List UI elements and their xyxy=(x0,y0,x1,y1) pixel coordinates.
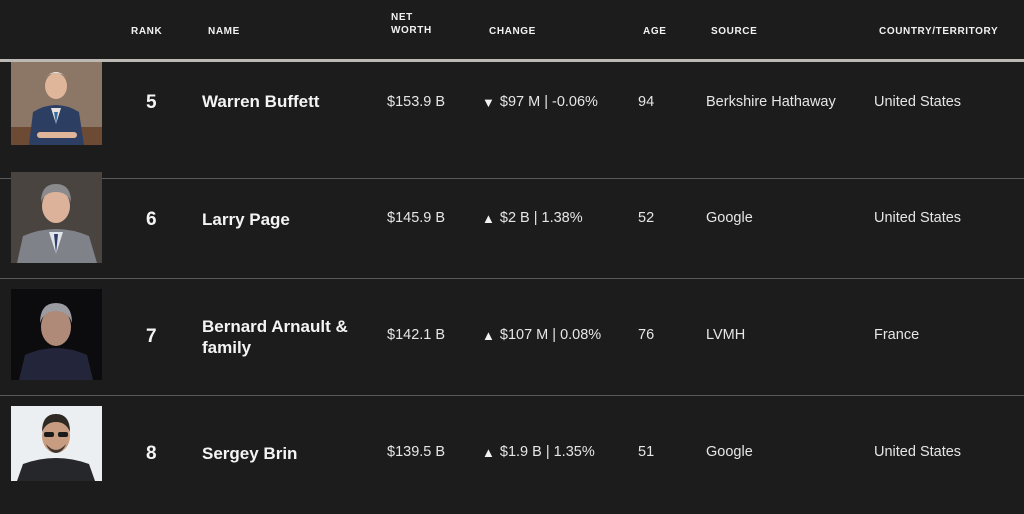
avatar[interactable] xyxy=(11,172,102,263)
age: 51 xyxy=(638,444,655,460)
age: 94 xyxy=(638,94,655,110)
change: ▲ $107 M | 0.08% xyxy=(482,327,601,343)
source: Google xyxy=(706,210,753,226)
change-value: $1.9 B | 1.35% xyxy=(499,444,595,460)
header-change[interactable]: CHANGE xyxy=(489,25,536,38)
country: France xyxy=(874,327,920,343)
header-net-worth[interactable]: NET WORTH xyxy=(391,11,451,37)
person-name[interactable]: Sergey Brin xyxy=(202,443,372,464)
avatar[interactable] xyxy=(11,289,102,380)
rank: 7 xyxy=(146,326,157,347)
source: Google xyxy=(706,444,753,460)
triangle-up-icon: ▲ xyxy=(482,444,495,460)
table-row[interactable]: 6 Larry Page $145.9 B ▲ $2 B | 1.38% 52 … xyxy=(0,162,1024,279)
change: ▲ $1.9 B | 1.35% xyxy=(482,444,595,460)
header-age[interactable]: AGE xyxy=(643,25,666,38)
table-row[interactable]: 7 Bernard Arnault & family $142.1 B ▲ $1… xyxy=(0,279,1024,396)
person-name[interactable]: Warren Buffett xyxy=(202,91,372,112)
net-worth: $139.5 B xyxy=(387,444,446,460)
net-worth: $145.9 B xyxy=(387,210,446,226)
change: ▲ $2 B | 1.38% xyxy=(482,210,583,226)
table-header: RANK NAME NET WORTH CHANGE AGE SOURCE CO… xyxy=(0,0,1024,62)
country: United States xyxy=(874,444,962,460)
person-name[interactable]: Bernard Arnault & family xyxy=(202,316,372,358)
source: Berkshire Hathaway xyxy=(706,94,836,110)
age: 52 xyxy=(638,210,655,226)
rank: 8 xyxy=(146,443,157,464)
net-worth: $153.9 B xyxy=(387,94,446,110)
change-value: $97 M | -0.06% xyxy=(499,94,598,110)
change-value: $2 B | 1.38% xyxy=(499,210,583,226)
table-row[interactable]: 8 Sergey Brin $139.5 B ▲ $1.9 B | 1.35% … xyxy=(0,396,1024,513)
country: United States xyxy=(874,210,962,226)
triangle-up-icon: ▲ xyxy=(482,210,495,226)
rank: 6 xyxy=(146,209,157,230)
avatar[interactable] xyxy=(11,406,102,481)
header-rank[interactable]: RANK xyxy=(131,25,162,38)
country: United States xyxy=(874,94,962,110)
age: 76 xyxy=(638,327,655,343)
triangle-up-icon: ▲ xyxy=(482,327,495,343)
person-name[interactable]: Larry Page xyxy=(202,209,372,230)
billionaires-table: RANK NAME NET WORTH CHANGE AGE SOURCE CO… xyxy=(0,0,1024,514)
net-worth: $142.1 B xyxy=(387,327,446,343)
header-country[interactable]: COUNTRY/TERRITORY xyxy=(879,25,998,38)
triangle-down-icon: ▼ xyxy=(482,94,495,110)
avatar[interactable] xyxy=(11,62,102,145)
header-source[interactable]: SOURCE xyxy=(711,25,757,38)
header-name[interactable]: NAME xyxy=(208,25,240,38)
rank: 5 xyxy=(146,92,157,113)
source: LVMH xyxy=(706,327,746,343)
change-value: $107 M | 0.08% xyxy=(499,327,602,343)
change: ▼ $97 M | -0.06% xyxy=(482,94,598,110)
